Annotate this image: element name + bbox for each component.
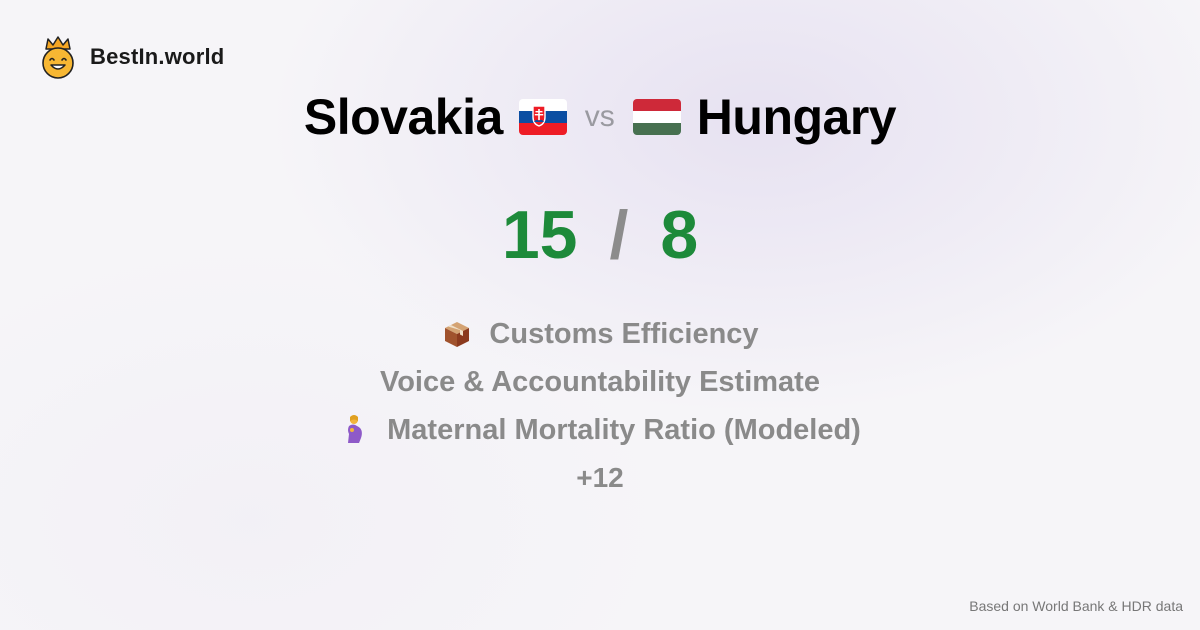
left-score: 15 <box>501 197 578 273</box>
brand-name: BestIn.world <box>90 44 225 69</box>
score-separator: / <box>609 197 629 273</box>
brand[interactable]: BestIn.world <box>38 36 225 79</box>
metric-label: Customs Efficiency <box>489 317 759 350</box>
package-icon <box>445 322 470 347</box>
hungary-flag-icon <box>632 99 681 135</box>
metric-label: Voice & Accountability Estimate <box>380 365 820 398</box>
slovakia-flag-icon <box>518 99 567 135</box>
metric-item: Voice & Accountability Estimate <box>0 358 1200 406</box>
right-score: 8 <box>660 197 699 273</box>
left-country-name: Slovakia <box>303 89 503 145</box>
more-metrics-count: +12 <box>576 462 624 493</box>
comparison-title: Slovakia vs Hungary <box>0 84 1200 150</box>
pregnant-woman-icon <box>348 415 363 443</box>
metric-item: Customs Efficiency <box>0 310 1200 358</box>
metrics-list: Customs Efficiency Voice & Accountabilit… <box>0 310 1200 502</box>
right-country-name: Hungary <box>696 89 897 145</box>
metric-item: Maternal Mortality Ratio (Modeled) <box>0 406 1200 454</box>
data-source-note: Based on World Bank & HDR data <box>969 598 1183 614</box>
metric-label: Maternal Mortality Ratio (Modeled) <box>387 413 861 446</box>
vs-label: vs <box>584 100 615 133</box>
crown-smiley-icon <box>42 36 74 79</box>
score: 15 / 8 <box>0 190 1200 280</box>
